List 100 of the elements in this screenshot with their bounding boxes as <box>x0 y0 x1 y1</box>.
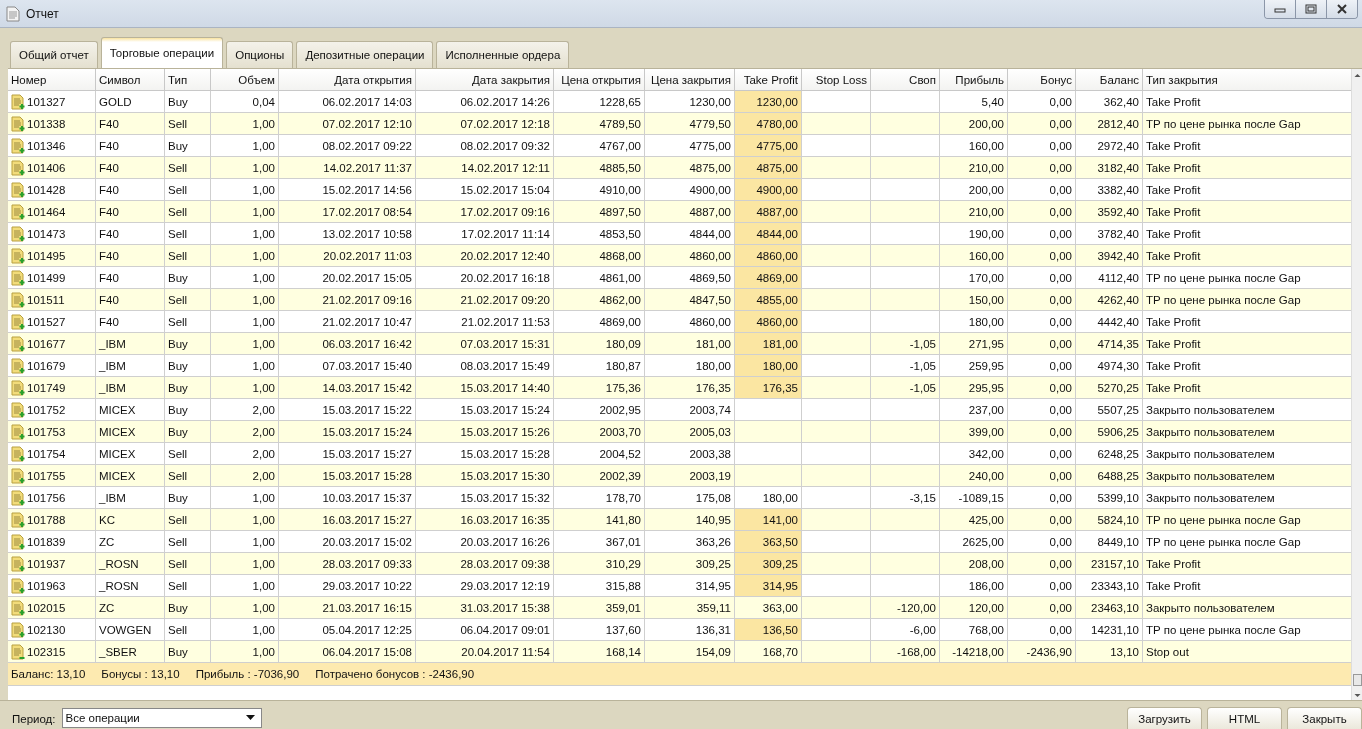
document-plus-icon <box>11 621 26 638</box>
table-cell: 4775,00 <box>735 135 802 157</box>
column-header[interactable]: Тип <box>165 69 211 91</box>
table-row[interactable]: 101752 MICEX Buy 2,00 15.03.2017 15:22 15.03.2017 15:24 2002,95 2003,74 237,00 0,00 5507,25 Закрыто пользователем <box>8 399 1351 421</box>
table-row[interactable]: 101749 _IBM Buy 1,00 14.03.2017 15:42 15.03.2017 14:40 175,36 176,35 176,35 -1,05 295,95 0,00 5270,25 Take Profit <box>8 377 1351 399</box>
order-number: 101527 <box>27 315 66 328</box>
column-header[interactable]: Баланс <box>1076 69 1143 91</box>
document-plus-icon <box>11 511 26 528</box>
table-row[interactable]: 101839 ZC Sell 1,00 20.03.2017 15:02 20.03.2017 16:26 367,01 363,26 363,50 2625,00 0,00 8449,10 TP по цене рынка после Gap <box>8 531 1351 553</box>
table-row[interactable]: 101755 MICEX Sell 2,00 15.03.2017 15:28 15.03.2017 15:30 2002,39 2003,19 240,00 0,00 6488,25 Закрыто пользователем <box>8 465 1351 487</box>
tab[interactable]: Исполненные ордера <box>436 41 570 68</box>
document-plus-icon <box>11 489 26 506</box>
column-header[interactable]: Объем <box>211 69 279 91</box>
order-number: 101937 <box>27 557 66 570</box>
document-plus-icon <box>11 159 26 176</box>
table-row[interactable]: 101756 _IBM Buy 1,00 10.03.2017 15:37 15.03.2017 15:32 178,70 175,08 180,00 -3,15 -1089,15 0,00 5399,10 Закрыто пользователем <box>8 487 1351 509</box>
table-row[interactable]: 101511 F40 Sell 1,00 21.02.2017 09:16 21.02.2017 09:20 4862,00 4847,50 4855,00 150,00 0,00 4262,40 TP по цене рынка после Gap <box>8 289 1351 311</box>
tab[interactable]: Депозитные операции <box>296 41 434 68</box>
tab[interactable]: Общий отчет <box>10 41 98 68</box>
table-cell: 4887,00 <box>735 201 802 223</box>
column-header[interactable]: Дата открытия <box>279 69 416 91</box>
table-cell: 136,50 <box>735 619 802 641</box>
table-row[interactable]: 102315 _SBER Buy 1,00 06.04.2017 15:08 20.04.2017 11:54 168,14 154,09 168,70 -168,00 -14218,00 -2436,90 13,10 Stop out <box>8 641 1351 663</box>
table-cell: 181,00 <box>735 333 802 355</box>
order-number: 101406 <box>27 161 66 174</box>
document-icon <box>6 5 20 22</box>
table-row[interactable]: 101346 F40 Buy 1,00 08.02.2017 09:22 08.02.2017 09:32 4767,00 4775,00 4775,00 160,00 0,00 2972,40 Take Profit <box>8 135 1351 157</box>
tab[interactable]: Торговые операции <box>100 37 224 68</box>
order-number: 101753 <box>27 425 66 438</box>
document-plus-icon <box>11 577 26 594</box>
table-row[interactable]: 101788 KC Sell 1,00 16.03.2017 15:27 16.03.2017 16:35 141,80 140,95 141,00 425,00 0,00 5824,10 TP по цене рынка после Gap <box>8 509 1351 531</box>
table-row[interactable]: 101963 _ROSN Sell 1,00 29.03.2017 10:22 29.03.2017 12:19 315,88 314,95 314,95 186,00 0,00 23343,10 Take Profit <box>8 575 1351 597</box>
maximize-icon <box>1305 4 1317 14</box>
period-value: Все операции <box>65 712 140 724</box>
scroll-down-icon[interactable] <box>1353 692 1361 700</box>
footer-button[interactable]: Загрузить <box>1127 707 1202 729</box>
order-number: 101428 <box>27 183 66 196</box>
column-header[interactable]: Прибыль <box>940 69 1008 91</box>
table-row[interactable]: 101495 F40 Sell 1,00 20.02.2017 11:03 20.02.2017 12:40 4868,00 4860,00 4860,00 160,00 0,00 3942,40 Take Profit <box>8 245 1351 267</box>
order-number: 101755 <box>27 469 66 482</box>
order-number: 101963 <box>27 579 66 592</box>
table-row[interactable]: 101527 F40 Sell 1,00 21.02.2017 10:47 21.02.2017 11:53 4869,00 4860,00 4860,00 180,00 0,00 4442,40 Take Profit <box>8 311 1351 333</box>
table-row[interactable]: 102015 ZC Buy 1,00 21.03.2017 16:15 31.03.2017 15:38 359,01 359,11 363,00 -120,00 120,00 0,00 23463,10 Закрыто пользователем <box>8 597 1351 619</box>
column-header[interactable]: Цена закрытия <box>645 69 735 91</box>
summary-text: Бонусы : 13,10 <box>101 668 180 680</box>
close-button[interactable] <box>1326 0 1357 18</box>
table-row[interactable]: 101428 F40 Sell 1,00 15.02.2017 14:56 15.02.2017 15:04 4910,00 4900,00 4900,00 200,00 0,00 3382,40 Take Profit <box>8 179 1351 201</box>
minimize-button[interactable] <box>1265 0 1295 18</box>
document-plus-icon <box>11 533 26 550</box>
table-cell: 314,95 <box>735 575 802 597</box>
table-row[interactable]: 101937 _ROSN Sell 1,00 28.03.2017 09:33 28.03.2017 09:38 310,29 309,25 309,25 208,00 0,00 23157,10 Take Profit <box>8 553 1351 575</box>
column-header[interactable]: Бонус <box>1008 69 1076 91</box>
document-plus-icon <box>11 445 26 462</box>
period-dropdown[interactable]: Все операции <box>61 708 262 728</box>
column-header[interactable]: Своп <box>871 69 940 91</box>
table-row[interactable]: 101464 F40 Sell 1,00 17.02.2017 08:54 17.02.2017 09:16 4897,50 4887,00 4887,00 210,00 0,00 3592,40 Take Profit <box>8 201 1351 223</box>
table-row[interactable]: 101406 F40 Sell 1,00 14.02.2017 11:37 14.02.2017 12:11 4885,50 4875,00 4875,00 210,00 0,00 3182,40 Take Profit <box>8 157 1351 179</box>
table-row[interactable]: 101677 _IBM Buy 1,00 06.03.2017 16:42 07.03.2017 15:31 180,09 181,00 181,00 -1,05 271,95 0,00 4714,35 Take Profit <box>8 333 1351 355</box>
document-plus-icon <box>11 423 26 440</box>
table-row[interactable]: 101753 MICEX Buy 2,00 15.03.2017 15:24 15.03.2017 15:26 2003,70 2005,03 399,00 0,00 5906,25 Закрыто пользователем <box>8 421 1351 443</box>
document-plus-icon <box>11 115 26 132</box>
column-header[interactable]: Цена открытия <box>554 69 645 91</box>
document-plus-icon <box>11 467 26 484</box>
table-row[interactable]: 102130 VOWGEN Sell 1,00 05.04.2017 12:25 06.04.2017 09:01 137,60 136,31 136,50 -6,00 768,00 0,00 14231,10 TP по цене рынка после Gap <box>8 619 1351 641</box>
document-plus-icon <box>11 247 26 264</box>
footer-button[interactable]: HTML <box>1207 707 1282 729</box>
document-plus-icon <box>11 379 26 396</box>
column-header[interactable]: Дата закрытия <box>416 69 554 91</box>
order-number: 101788 <box>27 513 66 526</box>
tab[interactable]: Опционы <box>226 41 294 68</box>
order-number: 101464 <box>27 205 66 218</box>
scroll-thumb[interactable] <box>1352 674 1362 686</box>
table-row[interactable]: 101338 F40 Sell 1,00 07.02.2017 12:10 07.02.2017 12:18 4789,50 4779,50 4780,00 200,00 0,00 2812,40 TP по цене рынка после Gap <box>8 113 1351 135</box>
table-row[interactable]: 101473 F40 Sell 1,00 13.02.2017 10:58 17.02.2017 11:14 4853,50 4844,00 4844,00 190,00 0,00 3782,40 Take Profit <box>8 223 1351 245</box>
order-number: 101499 <box>27 271 66 284</box>
column-header[interactable]: Take Profit <box>735 69 802 91</box>
table-row[interactable]: 101327 GOLD Buy 0,04 06.02.2017 14:03 06.02.2017 14:26 1228,65 1230,00 1230,00 5,40 0,00 362,40 Take Profit <box>8 91 1351 113</box>
column-header[interactable]: Номер <box>8 69 96 91</box>
document-plus-icon <box>11 93 26 110</box>
table-cell: 4780,00 <box>735 113 802 135</box>
document-plus-icon <box>11 181 26 198</box>
table-row[interactable]: 101679 _IBM Buy 1,00 07.03.2017 15:40 08.03.2017 15:49 180,87 180,00 180,00 -1,05 259,95 0,00 4974,30 Take Profit <box>8 355 1351 377</box>
table-cell: 4900,00 <box>735 179 802 201</box>
document-plus-icon <box>11 291 26 308</box>
table-cell: 141,00 <box>735 509 802 531</box>
table-cell: 4860,00 <box>735 245 802 267</box>
column-header[interactable]: Символ <box>96 69 165 91</box>
column-header[interactable]: Stop Loss <box>802 69 871 91</box>
table-row[interactable]: 101499 F40 Buy 1,00 20.02.2017 15:05 20.02.2017 16:18 4861,00 4869,50 4869,00 170,00 0,00 4112,40 TP по цене рынка после Gap <box>8 267 1351 289</box>
table-cell: 180,00 <box>735 355 802 377</box>
table-row[interactable]: 101754 MICEX Sell 2,00 15.03.2017 15:27 15.03.2017 15:28 2004,52 2003,38 342,00 0,00 6248,25 Закрыто пользователем <box>8 443 1351 465</box>
footer-button[interactable]: Закрыть <box>1287 707 1362 729</box>
table-cell: 4860,00 <box>735 311 802 333</box>
order-number: 101346 <box>27 139 66 152</box>
order-number: 101495 <box>27 249 66 262</box>
document-plus-icon <box>11 269 26 286</box>
order-number: 101752 <box>27 403 66 416</box>
document-plus-icon <box>11 313 26 330</box>
caret-icon <box>245 715 255 721</box>
scrollbar[interactable] <box>1351 69 1362 700</box>
